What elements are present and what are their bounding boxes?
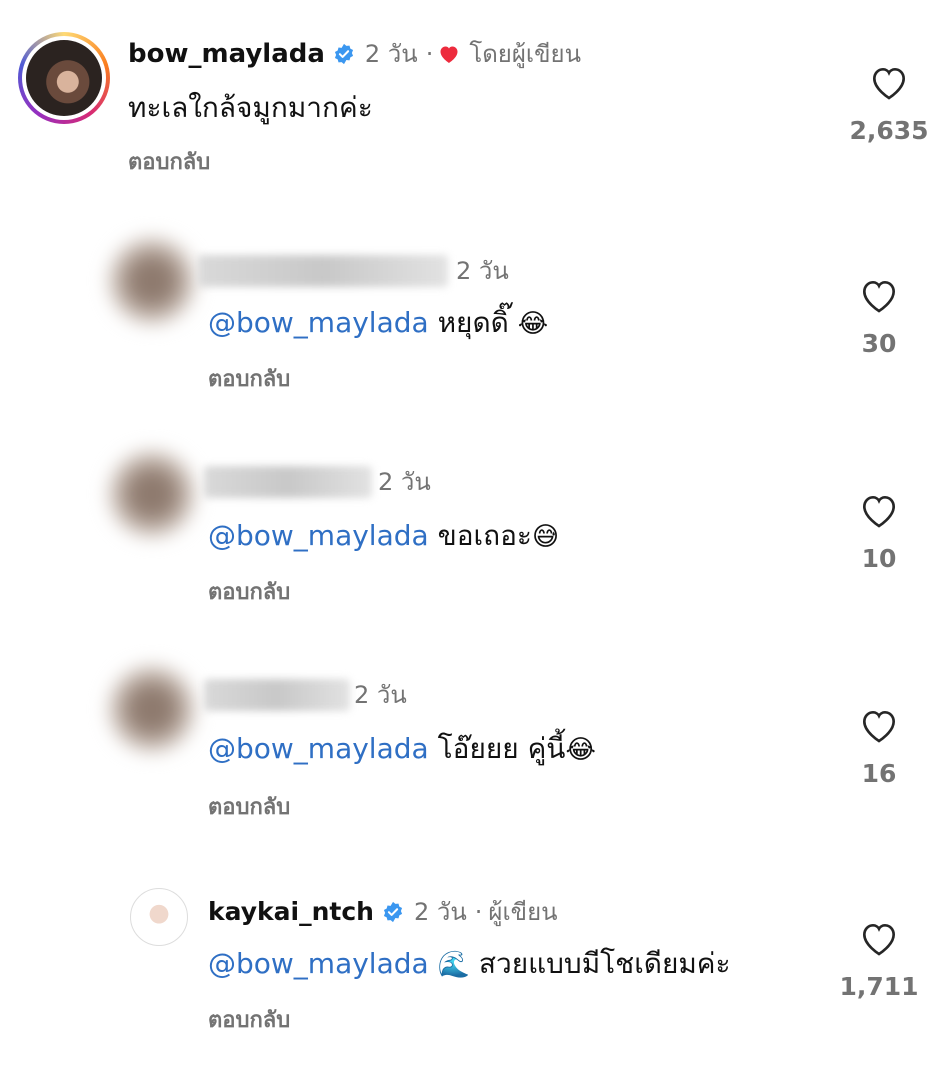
mention-link[interactable]: @bow_maylada xyxy=(208,306,429,339)
heart-outline-icon[interactable] xyxy=(859,707,899,745)
reply-button[interactable]: ตอบกลับ xyxy=(208,789,290,824)
profile-photo xyxy=(26,40,102,116)
timestamp: 2 วัน xyxy=(413,898,467,926)
wave-emoji: 🌊 xyxy=(437,950,470,980)
heart-outline-icon[interactable] xyxy=(859,920,899,958)
comment-text: @bow_maylada 🌊 สวยแบบมีโชเดียมค่ะ xyxy=(208,942,731,986)
like-count: 10 xyxy=(861,544,897,573)
reply-button[interactable]: ตอบกลับ xyxy=(208,574,290,609)
username-redacted xyxy=(204,678,350,711)
heart-outline-icon[interactable] xyxy=(869,64,909,102)
avatar[interactable] xyxy=(130,888,188,946)
heart-outline-icon[interactable] xyxy=(859,277,899,315)
timestamp: 2 วัน xyxy=(364,40,418,68)
verified-badge-icon xyxy=(383,901,403,922)
laughing-emoji: 😂 xyxy=(517,309,549,339)
reply-comment: 2 วัน @bow_maylada หยุดดิ๊ 😂 ตอบกลับ 30 xyxy=(0,215,944,415)
timestamp: 2 วัน xyxy=(456,257,509,285)
reply-comment-kaykai: kaykai_ntch 2 วัน · ผู้เขียน @bow_maylad… xyxy=(0,860,944,1065)
separator-dot: · xyxy=(474,897,483,926)
like-count: 2,635 xyxy=(849,116,929,145)
avatar[interactable] xyxy=(108,237,196,325)
comment-text: @bow_maylada หยุดดิ๊ 😂 xyxy=(208,301,548,345)
like-count: 1,711 xyxy=(839,972,919,1001)
mention-link[interactable]: @bow_maylada xyxy=(208,947,429,980)
avatar[interactable] xyxy=(18,32,110,124)
like-area: 16 xyxy=(824,707,934,788)
avatar[interactable] xyxy=(108,665,196,753)
like-count: 16 xyxy=(861,759,897,788)
mention-link[interactable]: @bow_maylada xyxy=(208,732,429,765)
reply-button[interactable]: ตอบกลับ xyxy=(208,361,290,396)
timestamp: 2 วัน xyxy=(354,681,407,709)
username-redacted xyxy=(198,254,448,287)
sweat-smile-emoji: 😅 xyxy=(531,522,560,552)
reply-button[interactable]: ตอบกลับ xyxy=(128,144,210,179)
username[interactable]: kaykai_ntch xyxy=(208,897,374,926)
laughing-emoji: 😂 xyxy=(565,735,596,765)
reply-button[interactable]: ตอบกลับ xyxy=(208,1002,290,1037)
avatar[interactable] xyxy=(108,450,196,538)
like-count: 30 xyxy=(861,329,897,358)
author-label: ผู้เขียน xyxy=(488,898,558,926)
like-area: 2,635 xyxy=(834,64,944,145)
username-redacted xyxy=(204,465,372,498)
comment-body: หยุดดิ๊ xyxy=(437,306,509,339)
like-area: 1,711 xyxy=(824,920,934,1001)
username[interactable]: bow_maylada xyxy=(128,39,325,69)
comment-text: ทะเลใกล้จมูกมากค่ะ xyxy=(128,91,373,124)
heart-outline-icon[interactable] xyxy=(859,492,899,530)
heart-filled-icon xyxy=(440,46,458,63)
comment-bow-maylada: bow_maylada 2 วัน · โดยผู้เขียน ทะเลใกล้… xyxy=(0,0,944,200)
comment-text: @bow_maylada โอ๊ยยย คู่นี้😂 xyxy=(208,727,596,771)
like-area: 10 xyxy=(824,492,934,573)
comment-body: โอ๊ยยย คู่นี้ xyxy=(437,732,566,765)
liked-by-author-label: โดยผู้เขียน xyxy=(469,40,582,68)
timestamp: 2 วัน xyxy=(378,468,431,496)
separator-dot: · xyxy=(425,39,434,68)
comment-body: ขอเถอะ xyxy=(437,519,532,552)
reply-comment: 2 วัน @bow_maylada โอ๊ยยย คู่นี้😂 ตอบกลั… xyxy=(0,645,944,845)
reply-comment: 2 วัน @bow_maylada ขอเถอะ😅 ตอบกลับ 10 xyxy=(0,430,944,630)
comment-text: @bow_maylada ขอเถอะ😅 xyxy=(208,514,559,558)
like-area: 30 xyxy=(824,277,934,358)
comment-body: สวยแบบมีโชเดียมค่ะ xyxy=(478,947,731,980)
verified-badge-icon xyxy=(334,43,353,64)
mention-link[interactable]: @bow_maylada xyxy=(208,519,429,552)
